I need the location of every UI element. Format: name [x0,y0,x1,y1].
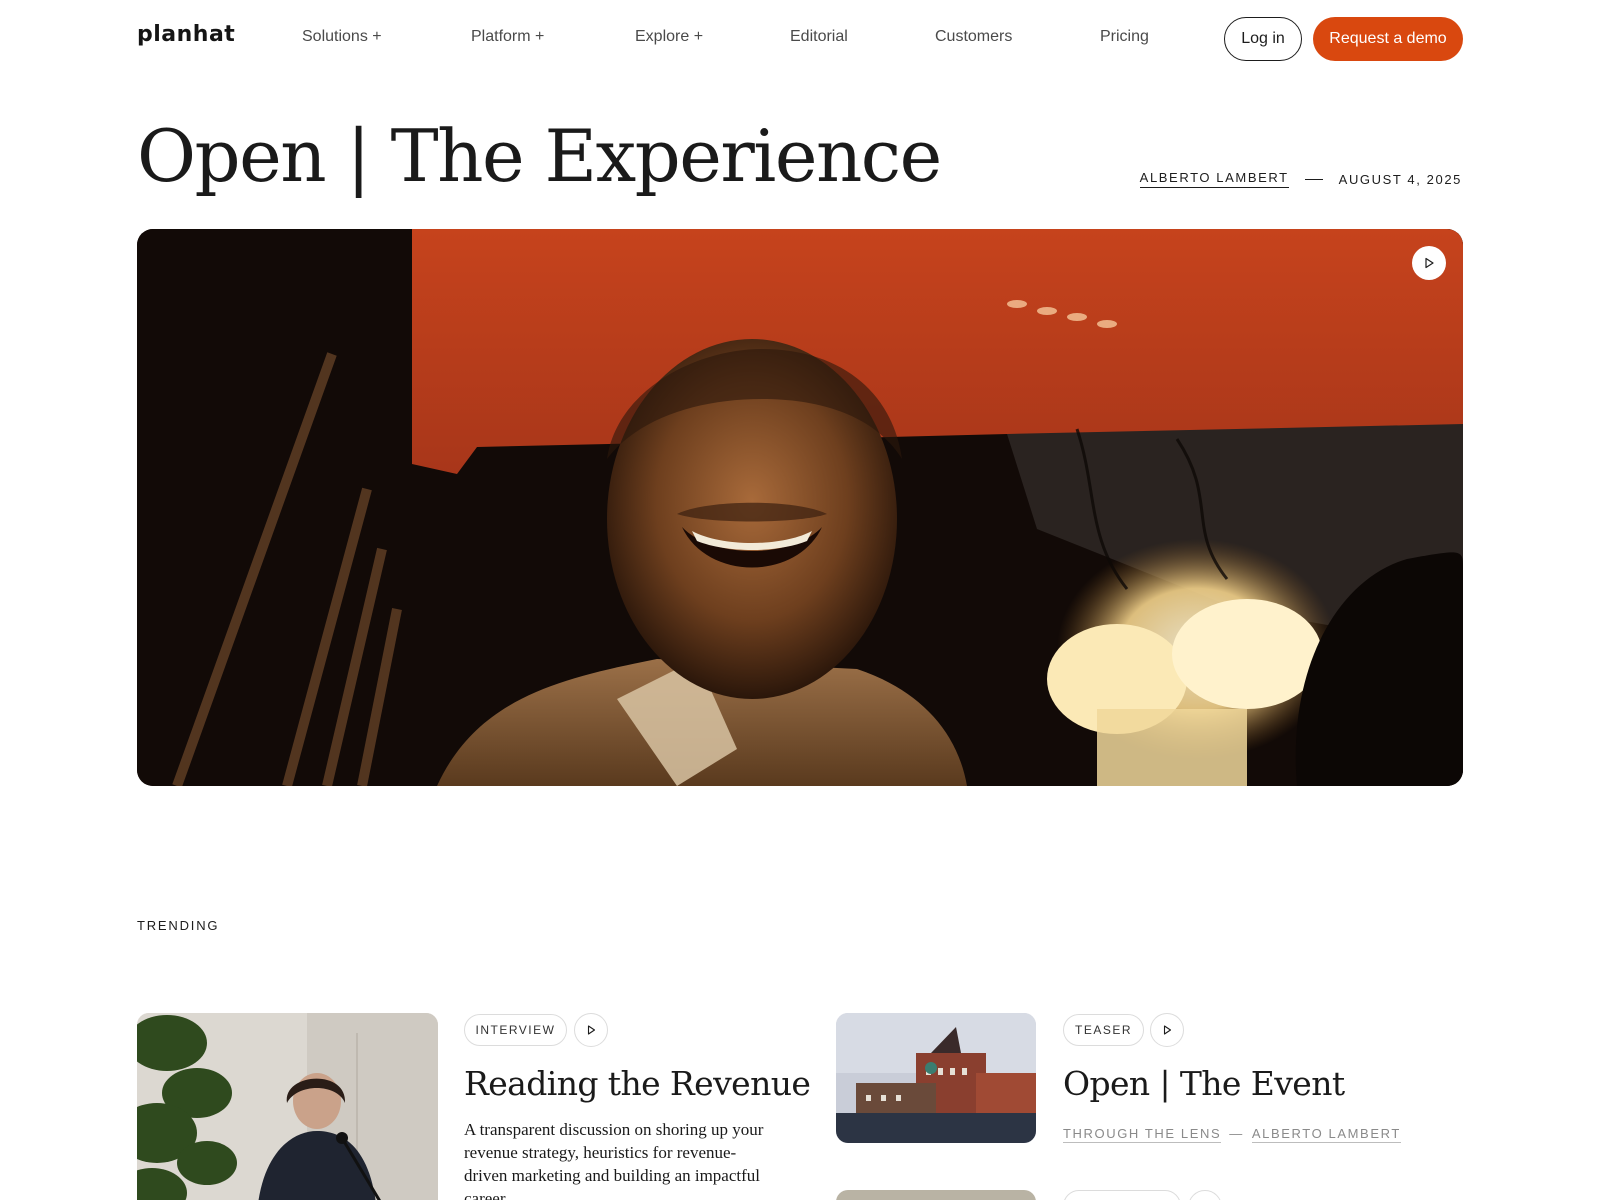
play-icon [1163,1025,1172,1035]
article-meta: ALBERTO LAMBERT AUGUST 4, 2025 [1139,170,1462,188]
card-play-button[interactable] [1150,1013,1184,1047]
card-meta-separator: — [1229,1126,1244,1141]
section-heading-trending: TRENDING [137,918,220,933]
tag-teaser: TEASER [1063,1014,1144,1046]
request-demo-button[interactable]: Request a demo [1313,17,1463,61]
author-link[interactable]: ALBERTO LAMBERT [1139,170,1289,188]
card-thumbnail[interactable] [836,1190,1036,1200]
nav-explore[interactable]: Explore + [635,28,703,46]
meta-separator [1304,178,1323,180]
card-title[interactable]: Open | The Event [1063,1064,1345,1103]
nav-solutions[interactable]: Solutions + [302,28,382,46]
nav-pricing[interactable]: Pricing [1100,28,1149,46]
teaser-thumbnail-image [836,1013,1036,1143]
card-play-button[interactable] [574,1013,608,1047]
tag [1063,1190,1181,1200]
card-description: A transparent discussion on shoring up y… [464,1120,764,1200]
card-author-link[interactable]: ALBERTO LAMBERT [1251,1126,1401,1143]
tag-interview: INTERVIEW [464,1014,567,1046]
card-meta: THROUGH THE LENS — ALBERTO LAMBERT [1063,1126,1401,1143]
publish-date: AUGUST 4, 2025 [1338,171,1462,187]
nav-editorial[interactable]: Editorial [790,28,848,46]
card-thumbnail[interactable] [836,1013,1036,1143]
card-play-button[interactable] [1188,1190,1222,1200]
page-title: Open | The Experience [137,114,942,198]
hero-video-frame [137,229,1463,786]
planhat-logo[interactable]: planhat [137,22,235,47]
card-category-link[interactable]: THROUGH THE LENS [1063,1126,1222,1143]
hero-video[interactable] [137,229,1463,786]
card-title[interactable]: Reading the Revenue [464,1064,811,1103]
play-icon [1425,257,1434,269]
login-button[interactable]: Log in [1224,17,1302,61]
play-icon [587,1025,596,1035]
interview-thumbnail-image [137,1013,438,1200]
top-navigation: planhat Solutions + Platform + Explore +… [0,0,1600,78]
nav-platform[interactable]: Platform + [471,28,544,46]
card-thumbnail[interactable] [137,1013,438,1200]
hero-play-button[interactable] [1412,246,1446,280]
nav-customers[interactable]: Customers [935,28,1012,46]
